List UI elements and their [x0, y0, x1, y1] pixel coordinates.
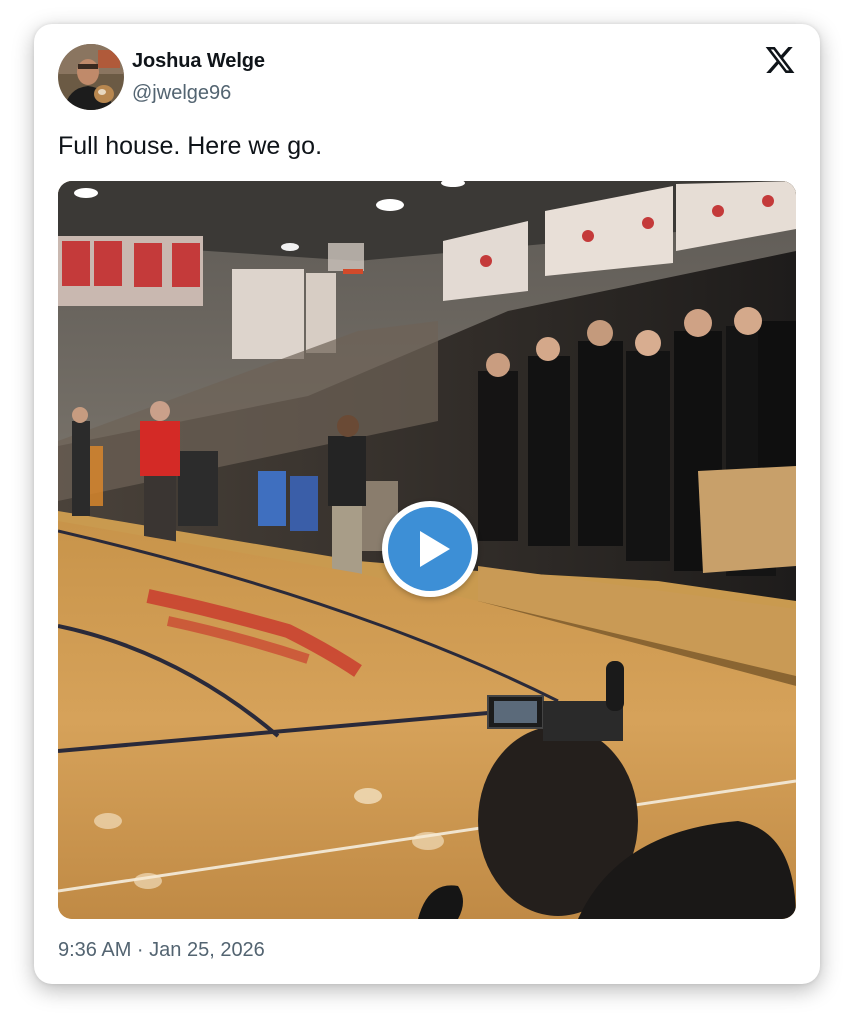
tweet-timestamp[interactable]: 9:36 AM · Jan 25, 2026 — [58, 939, 265, 962]
video-player[interactable] — [58, 181, 796, 919]
play-icon — [420, 531, 450, 567]
author-avatar[interactable] — [58, 44, 124, 110]
tweet-card: Joshua Welge @jwelge96 Full house. Here … — [34, 24, 820, 984]
play-button[interactable] — [382, 501, 478, 597]
x-logo-icon[interactable] — [764, 44, 796, 76]
author-name[interactable]: Joshua Welge — [132, 50, 265, 73]
avatar-image — [58, 44, 124, 110]
tweet-text: Full house. Here we go. — [58, 132, 323, 160]
author-handle[interactable]: @jwelge96 — [132, 82, 231, 105]
